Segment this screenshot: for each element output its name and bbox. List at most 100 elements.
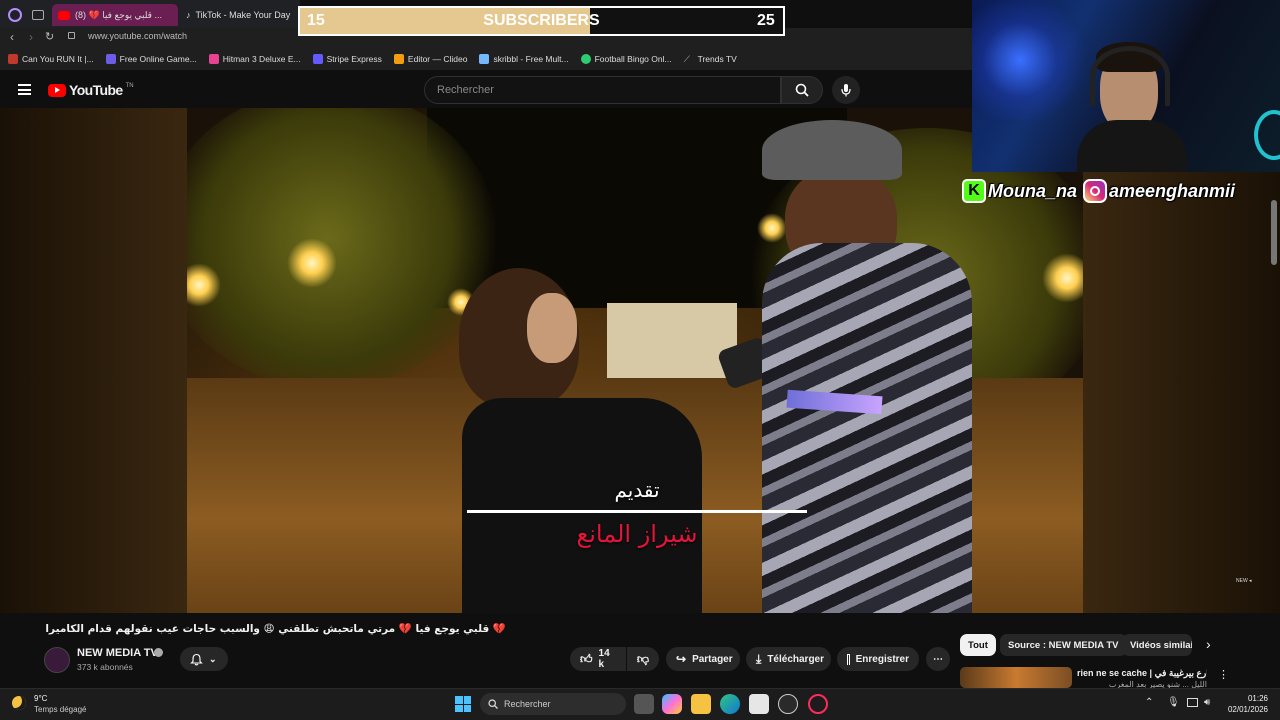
bookmark-favicon-icon	[580, 54, 591, 64]
steam-icon[interactable]	[778, 694, 798, 714]
subscriber-goal-target: 25	[757, 12, 775, 29]
street-lamp	[287, 238, 337, 288]
chip-all[interactable]: Tout	[960, 634, 996, 656]
caption-divider	[467, 510, 807, 513]
suggested-more-icon[interactable]: ⋮	[1218, 668, 1229, 681]
menu-icon[interactable]	[18, 84, 31, 95]
search-button[interactable]	[781, 76, 823, 104]
like-button[interactable]: 👍︎ 14 k	[570, 647, 626, 671]
bookmark-favicon-icon	[8, 54, 18, 64]
kick-handle: Mouna_na	[988, 180, 1078, 201]
bookmark-item[interactable]: Free Online Game...	[105, 54, 197, 64]
tray-chevron-icon[interactable]: ⌃	[1145, 697, 1153, 708]
search-icon	[795, 83, 809, 97]
share-button[interactable]: ↪ Partager	[666, 647, 740, 671]
tiktok-favicon-icon: ♪	[186, 10, 191, 20]
thumbs-up-icon: 👍︎	[580, 651, 593, 666]
building	[607, 303, 737, 378]
video-blur-left	[0, 108, 187, 613]
copilot-icon[interactable]	[662, 694, 682, 714]
volume-icon[interactable]: 🔊︎	[1204, 697, 1210, 708]
weather-temp[interactable]: 9°C	[34, 694, 47, 703]
chevron-right-icon[interactable]: ›	[1206, 636, 1211, 652]
moon-weather-icon	[12, 696, 26, 710]
clock-time[interactable]: 01:26	[1226, 694, 1268, 703]
bookmarks-bar: Can You RUN It |... Free Online Game... …	[0, 48, 972, 70]
chip-source[interactable]: Source : NEW MEDIA TV	[1000, 634, 1127, 656]
bookmark-item[interactable]: Hitman 3 Deluxe E...	[208, 54, 301, 64]
network-icon[interactable]	[1187, 698, 1198, 707]
dislike-button[interactable]: 👎︎	[627, 647, 659, 671]
notifications-button[interactable]: ⌄	[180, 647, 228, 671]
url-field[interactable]: www.youtube.com/watch	[88, 31, 187, 41]
store-icon[interactable]	[749, 694, 769, 714]
interviewee-jacket	[762, 243, 972, 613]
lock-icon	[68, 32, 75, 39]
bell-icon	[190, 653, 203, 665]
tab-tiktok[interactable]: ♪ TikTok - Make Your Day	[180, 4, 298, 26]
instagram-icon	[1083, 179, 1108, 203]
interviewer-face	[527, 293, 577, 363]
taskbar-search[interactable]: Rechercher	[480, 693, 626, 715]
video-frame: تقديم شيراز المانع	[187, 108, 1083, 613]
page-scrollbar[interactable]	[1271, 200, 1277, 265]
windows-start-icon[interactable]	[455, 696, 471, 712]
caption-top: تقديم	[614, 478, 660, 502]
back-icon[interactable]: ‹	[10, 30, 14, 44]
instagram-handle: ameenghanmii	[1109, 180, 1236, 201]
chevron-down-icon: ⌄	[209, 653, 217, 664]
suggested-title[interactable]: rien ne se cache | شارع بيرغيبة في	[1077, 668, 1207, 679]
tree-left	[187, 108, 497, 388]
voice-search-button[interactable]	[832, 76, 860, 104]
edge-icon[interactable]	[720, 694, 740, 714]
more-actions-button[interactable]: ⋯	[926, 647, 950, 671]
share-icon: ↪	[676, 652, 687, 666]
bookmark-favicon-icon	[105, 54, 116, 64]
thumbs-down-icon: 👎︎	[636, 651, 650, 666]
channel-subscribers: 373 k abonnés	[77, 662, 133, 672]
tab-youtube[interactable]: (8) 💔 قلبي يوجع فيا ...	[52, 4, 178, 26]
channel-name[interactable]: NEW MEDIA TV	[77, 647, 158, 659]
video-title: 💔 قلبي يوجع فيا 💔 مرتي ماتحبش تطلقني 😩 و…	[46, 623, 506, 635]
webcam-overlay	[972, 0, 1280, 172]
streamer-body	[1077, 120, 1187, 172]
youtube-favicon-icon	[58, 10, 70, 20]
bookmark-item[interactable]: Editor — Clideo	[393, 54, 467, 64]
save-button[interactable]: Enregistrer	[837, 647, 919, 671]
bookmark-item[interactable]: ⟋ Trends TV	[684, 54, 737, 64]
tab-switcher-icon[interactable]	[32, 10, 44, 20]
file-explorer-icon[interactable]	[691, 694, 711, 714]
bookmark-favicon-icon	[479, 54, 490, 64]
social-handles: K Mouna_na ameenghanmii	[962, 175, 1258, 207]
more-icon: ⋯	[933, 653, 943, 665]
search-icon	[488, 699, 498, 709]
bookmark-item[interactable]: skribbl - Free Mult...	[479, 54, 569, 64]
opera-gx-icon[interactable]	[808, 694, 828, 714]
chip-similar[interactable]: Vidéos similai	[1122, 634, 1192, 656]
bookmark-item[interactable]: Can You RUN It |...	[8, 54, 94, 64]
search-input[interactable]: Rechercher	[424, 76, 781, 104]
interviewer-body	[462, 398, 702, 613]
tab-label: (8) 💔 قلبي يوجع فيا ...	[75, 9, 163, 20]
bookmark-favicon-icon	[393, 54, 404, 64]
bookmark-item[interactable]: Football Bingo Onl...	[580, 54, 672, 64]
kick-icon: K	[962, 179, 986, 203]
youtube-logo[interactable]: YouTube TN	[48, 82, 134, 98]
youtube-play-icon	[48, 83, 66, 97]
channel-avatar[interactable]	[44, 647, 70, 673]
task-view-icon[interactable]	[634, 694, 654, 714]
bookmark-item[interactable]: Stripe Express	[312, 54, 382, 64]
mic-tray-icon[interactable]: 🎙︎	[1167, 697, 1180, 708]
clock-date[interactable]: 02/01/2026	[1222, 705, 1268, 714]
headset-icon	[1090, 46, 1170, 106]
microphone-icon	[841, 84, 851, 97]
reload-icon[interactable]: ↻	[45, 30, 54, 43]
webcam-lights	[972, 0, 1092, 120]
download-button[interactable]: ⤓ Télécharger	[746, 647, 831, 671]
suggested-thumbnail[interactable]	[960, 667, 1072, 688]
video-watermark: NEW ◂	[1236, 578, 1252, 584]
opera-logo-icon[interactable]	[8, 8, 22, 22]
bookmark-favicon-icon	[208, 54, 219, 64]
verified-icon	[154, 648, 163, 657]
forward-icon[interactable]: ›	[29, 30, 33, 44]
